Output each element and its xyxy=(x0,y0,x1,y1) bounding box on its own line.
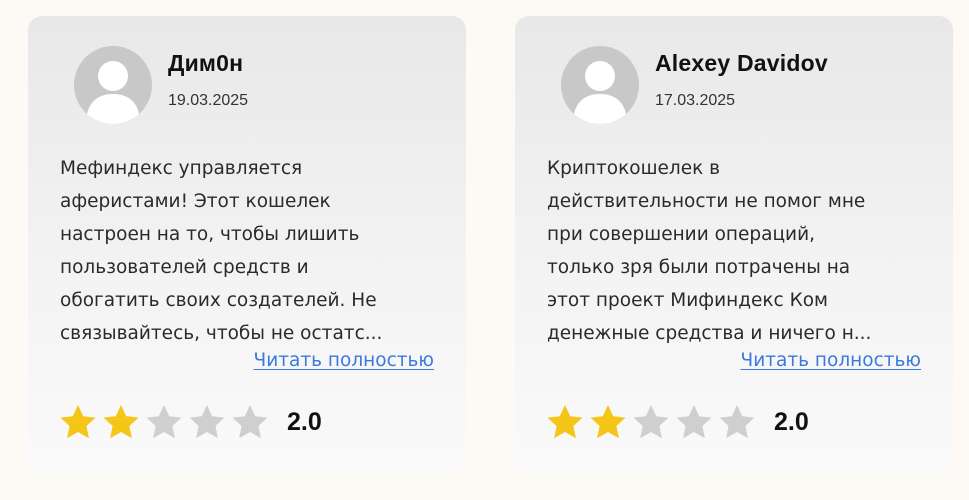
review-text-line: пользователей средств и xyxy=(60,257,309,278)
review-text-line: действительности не помог мне xyxy=(547,191,866,212)
star-filled-icon xyxy=(590,405,626,439)
review-date: 19.03.2025 xyxy=(168,92,249,109)
review-text-line: денежные средства и ничего н... xyxy=(547,323,872,344)
review-text-line: при совершении операций, xyxy=(547,224,815,245)
rating-score: 2.0 xyxy=(287,407,322,436)
review-text-line: Мефиндекс управляется xyxy=(60,158,303,179)
stars-container xyxy=(58,402,273,442)
star-filled-icon xyxy=(103,405,139,439)
review-text: Криптокошелек в действительности не помо… xyxy=(547,152,927,350)
review-text-line: этот проект Мифиндекс Ком xyxy=(547,290,829,311)
star-empty-icon xyxy=(189,405,225,439)
review-text-line: аферистами! Этот кошелек xyxy=(60,191,331,212)
review-text-line: обогатить своих создателей. Не xyxy=(60,290,377,311)
star-empty-icon xyxy=(633,405,669,439)
review-author: Дим0н xyxy=(168,50,244,76)
star-empty-icon xyxy=(146,405,182,439)
review-text: Мефиндекс управляется аферистами! Этот к… xyxy=(60,152,440,350)
star-empty-icon xyxy=(232,405,268,439)
star-filled-icon xyxy=(547,405,583,439)
review-card: Дим0н 19.03.2025 Мефиндекс управляется а… xyxy=(28,16,466,474)
star-rating: 2.0 xyxy=(545,402,809,442)
reviews-list: Дим0н 19.03.2025 Мефиндекс управляется а… xyxy=(0,0,969,500)
user-placeholder-icon xyxy=(74,46,152,124)
review-text-line: настроен на то, чтобы лишить xyxy=(60,224,360,245)
stars-container xyxy=(545,402,760,442)
review-text-line: только зря были потрачены на xyxy=(547,257,851,278)
star-filled-icon xyxy=(60,405,96,439)
star-empty-icon xyxy=(676,405,712,439)
rating-score: 2.0 xyxy=(774,407,809,436)
review-author: Alexey Davidov xyxy=(655,50,828,76)
review-date: 17.03.2025 xyxy=(655,92,736,109)
star-rating: 2.0 xyxy=(58,402,322,442)
read-more-link[interactable]: Читать полностью xyxy=(741,350,921,371)
user-placeholder-icon xyxy=(561,46,639,124)
review-card: Alexey Davidov 17.03.2025 Криптокошелек … xyxy=(515,16,953,474)
read-more-link[interactable]: Читать полностью xyxy=(254,350,434,371)
star-empty-icon xyxy=(719,405,755,439)
review-text-line: Криптокошелек в xyxy=(547,158,721,179)
review-text-line: связывайтесь, чтобы не остатс... xyxy=(60,323,383,344)
